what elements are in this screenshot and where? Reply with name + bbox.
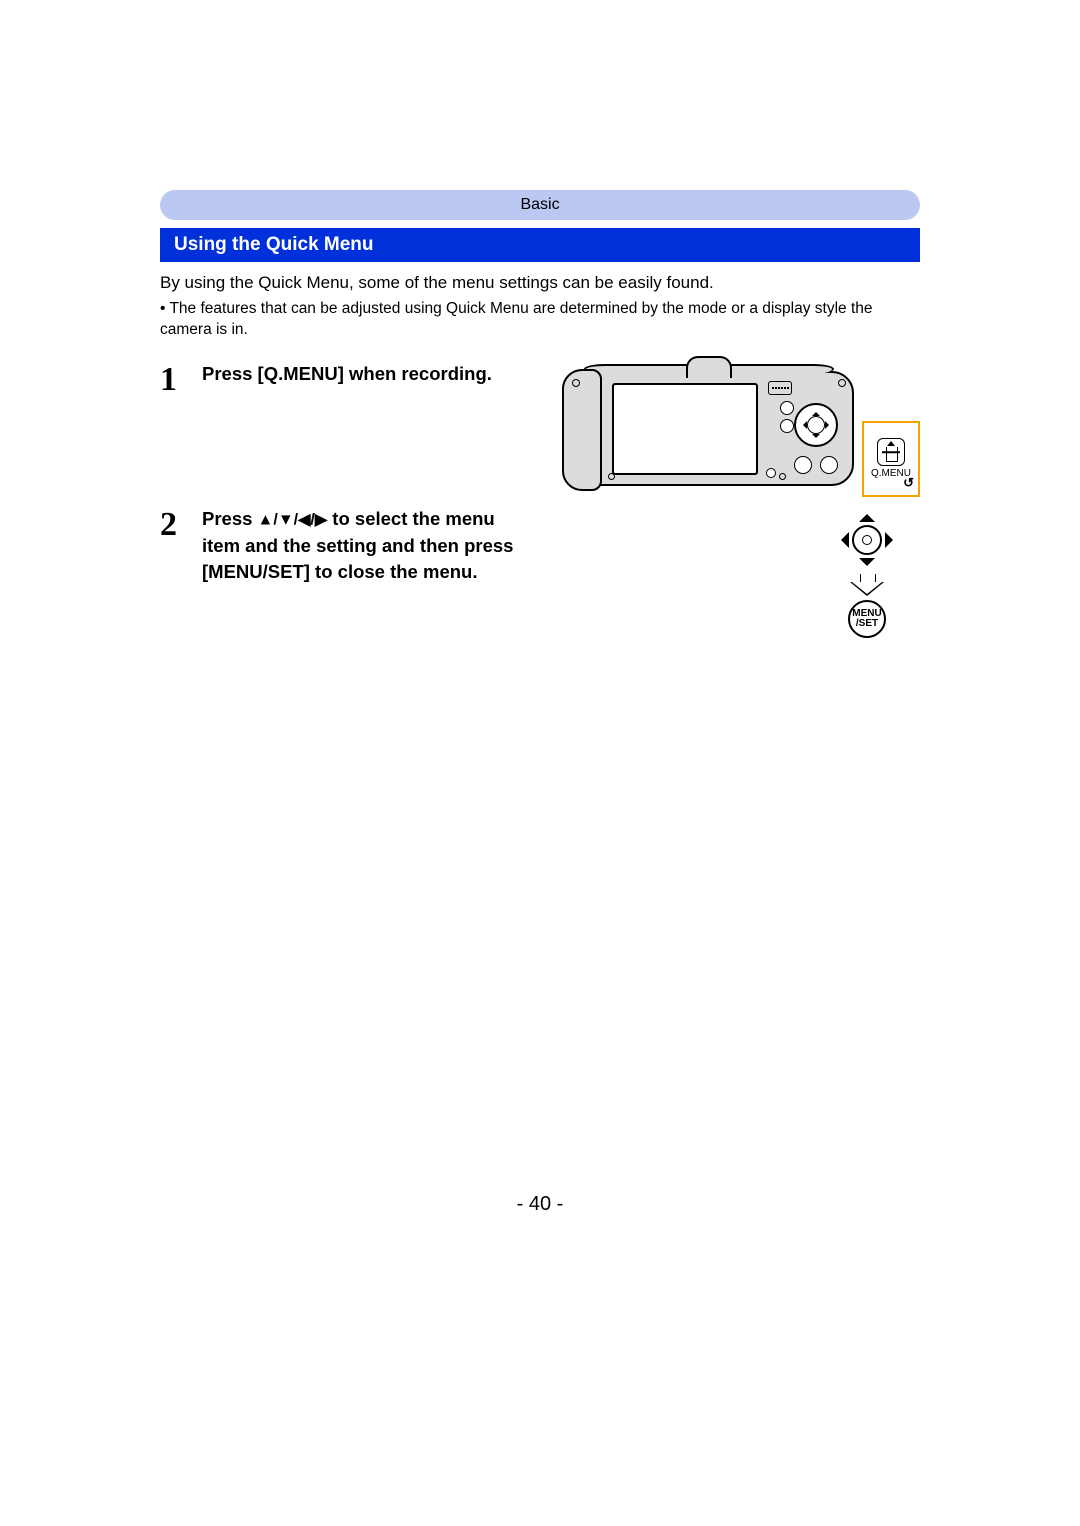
menuset-bottom: /SET — [856, 619, 878, 629]
triangle-right-icon — [885, 532, 901, 548]
camera-body-icon — [564, 371, 854, 486]
camera-speaker-icon — [768, 381, 792, 395]
camera-figure: Q.MENU ↺ — [560, 361, 920, 486]
triangle-left-icon — [833, 532, 849, 548]
page-title: Using the Quick Menu — [160, 228, 920, 262]
menuset-button-icon: MENU /SET — [848, 600, 886, 638]
section-pill: Basic — [160, 190, 920, 220]
qmenu-callout: Q.MENU ↺ — [862, 421, 920, 497]
camera-button-icon — [780, 401, 794, 415]
camera-dpad-icon — [794, 403, 838, 447]
step-1: 1 Press [Q.MENU] when recording. — [160, 361, 920, 486]
return-icon: ↺ — [903, 475, 914, 491]
step-number: 1 — [160, 361, 202, 397]
step-text: Press ▲/▼/◀/▶ to select the menu item an… — [202, 506, 522, 586]
step-body: Press ▲/▼/◀/▶ to select the menu item an… — [202, 506, 824, 586]
page-number: - 40 - — [0, 1193, 1080, 1216]
step-body: Press [Q.MENU] when recording. — [202, 361, 560, 388]
step-text: Press [Q.MENU] when recording. — [202, 361, 522, 388]
step-number: 2 — [160, 506, 202, 542]
section-label: Basic — [520, 196, 559, 214]
trash-icon — [877, 438, 905, 466]
note-body: The features that can be adjusted using … — [160, 300, 873, 338]
camera-bottom-buttons-icon — [794, 456, 838, 474]
manual-page: Basic Using the Quick Menu By using the … — [0, 0, 1080, 1526]
arrow-glyphs-icon: ▲/▼/◀/▶ — [258, 511, 328, 528]
content-area: Basic Using the Quick Menu By using the … — [160, 190, 920, 658]
camera-button-icon — [780, 419, 794, 433]
camera-led-icon — [766, 468, 776, 478]
step-2: 2 Press ▲/▼/◀/▶ to select the menu item … — [160, 506, 920, 638]
dpad-icon — [835, 508, 899, 572]
steps-list: 1 Press [Q.MENU] when recording. — [160, 361, 920, 638]
note-text: • The features that can be adjusted usin… — [160, 299, 920, 341]
triangle-down-icon — [859, 558, 875, 574]
dpad-figure: MENU /SET — [824, 506, 920, 638]
intro-text: By using the Quick Menu, some of the men… — [160, 272, 920, 295]
arrow-down-icon — [850, 574, 884, 592]
camera-screen-icon — [612, 383, 758, 475]
step-text-pre: Press — [202, 508, 258, 529]
triangle-up-icon — [859, 506, 875, 522]
